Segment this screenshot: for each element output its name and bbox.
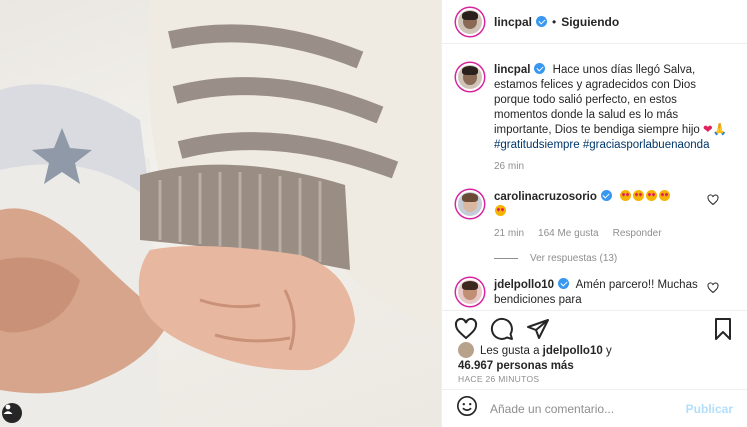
commenter-username[interactable]: jdelpollo10 xyxy=(494,279,554,291)
smiley-icon[interactable] xyxy=(456,395,478,422)
post-photo[interactable] xyxy=(0,0,441,427)
heart-emoji-icon: ❤ xyxy=(703,124,713,136)
verified-badge-icon xyxy=(534,63,546,74)
comment-icon[interactable] xyxy=(490,317,514,341)
comments-list[interactable]: lincpal Hace unos días llegó Salva, esta… xyxy=(442,45,747,309)
hashtag-link[interactable]: #gratitudsiempre xyxy=(494,139,580,151)
action-bar xyxy=(442,310,747,346)
likes-prefix: Les gusta a xyxy=(480,345,540,357)
baby-hand-photo xyxy=(0,0,441,427)
heart-icon[interactable] xyxy=(454,317,478,341)
tagged-users-icon[interactable] xyxy=(2,403,22,423)
comment-like-heart-icon[interactable] xyxy=(707,282,719,294)
verified-badge-icon xyxy=(600,190,612,201)
bookmark-icon[interactable] xyxy=(711,317,735,341)
verified-badge-icon xyxy=(558,278,570,289)
publish-button[interactable]: Publicar xyxy=(686,402,733,416)
comment-likes[interactable]: 164 Me gusta xyxy=(538,228,599,239)
praying-hands-emoji-icon: 🙏 xyxy=(712,124,728,136)
post-timestamp[interactable]: HACE 26 MINUTOS xyxy=(458,374,539,384)
verified-badge-icon xyxy=(536,16,548,27)
separator-dot: • xyxy=(552,14,557,29)
following-button[interactable]: Siguiendo xyxy=(561,15,619,29)
comment-item: carolinacruzosorio 21 min 164 Me gusta R… xyxy=(456,190,733,239)
likes-count[interactable]: 46.967 personas más xyxy=(458,360,574,372)
caption-author-avatar[interactable] xyxy=(456,63,484,91)
post-details-panel: lincpal • Siguiendo lincpal Hace unos dí… xyxy=(441,0,747,427)
post-header: lincpal • Siguiendo xyxy=(442,0,747,44)
liker-avatar xyxy=(458,342,474,358)
commenter-avatar[interactable] xyxy=(456,190,484,218)
author-username[interactable]: lincpal xyxy=(494,15,532,29)
likes-connector: y xyxy=(605,345,612,357)
author-avatar[interactable] xyxy=(456,7,484,36)
comment-like-heart-icon[interactable] xyxy=(707,194,719,206)
commenter-avatar[interactable] xyxy=(456,278,484,306)
likes-summary[interactable]: Les gusta a jdelpollo10 y 46.967 persona… xyxy=(458,342,737,374)
liker-username[interactable]: jdelpollo10 xyxy=(543,345,603,357)
paper-plane-icon[interactable] xyxy=(526,317,550,341)
hashtag-link[interactable]: #graciasporlabuenaonda xyxy=(583,139,710,151)
view-replies-label: Ver respuestas (13) xyxy=(530,253,618,264)
reply-button[interactable]: Responder xyxy=(613,228,662,239)
comment-item: jdelpollo10 Amén parcero!! Muchas bendic… xyxy=(456,278,733,308)
view-replies-button[interactable]: Ver respuestas (13) xyxy=(494,253,733,264)
comment-input[interactable] xyxy=(490,401,686,416)
comment-time[interactable]: 21 min xyxy=(494,228,524,239)
caption: lincpal Hace unos días llegó Salva, esta… xyxy=(456,63,733,172)
caption-username[interactable]: lincpal xyxy=(494,64,530,76)
caption-time[interactable]: 26 min xyxy=(494,161,524,172)
commenter-username[interactable]: carolinacruzosorio xyxy=(494,191,597,203)
add-comment-bar: Publicar xyxy=(442,389,747,427)
